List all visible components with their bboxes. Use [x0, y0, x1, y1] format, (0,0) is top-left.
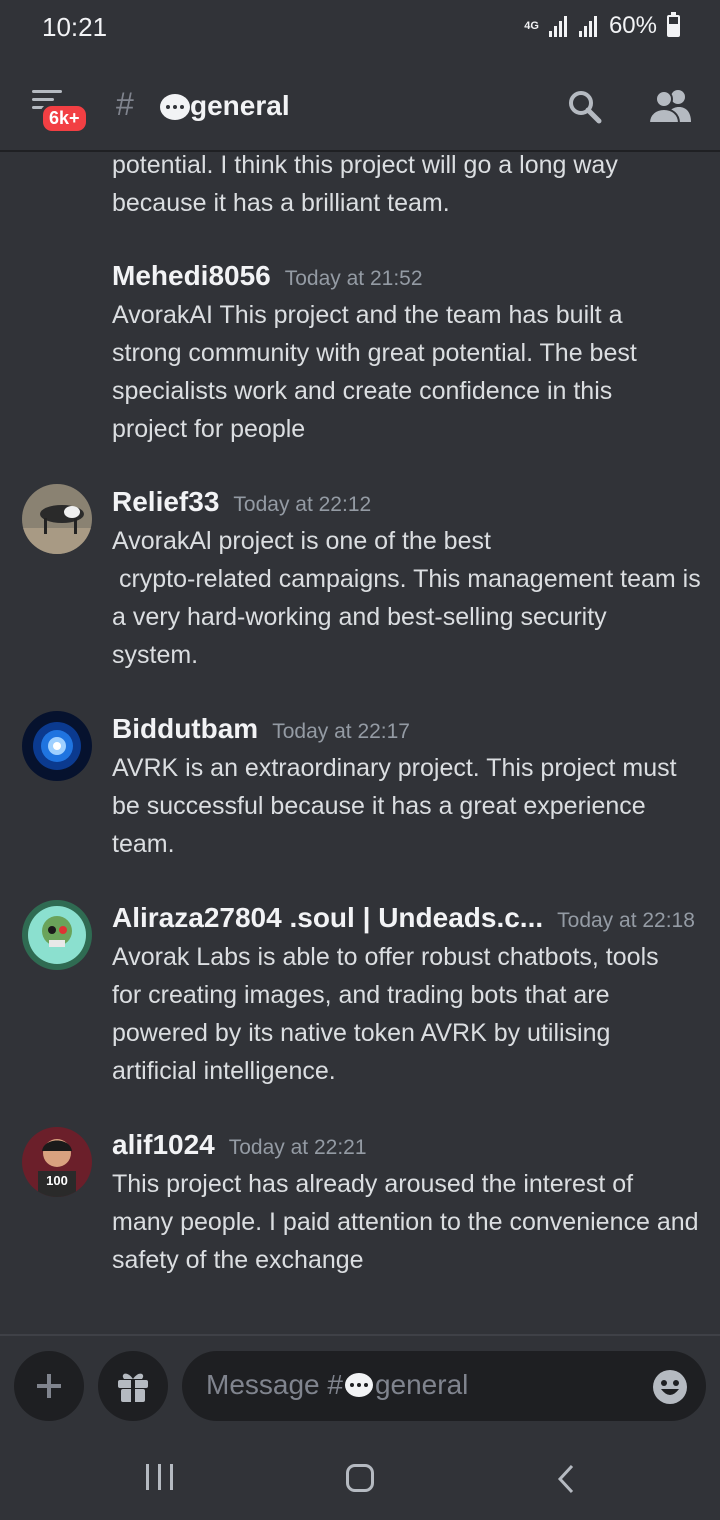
composer-divider [0, 1334, 720, 1336]
message-header: Relief33 Today at 22:12 [112, 486, 371, 518]
message-text: Avorak Labs is able to offer robust chat… [112, 943, 659, 1085]
home-button[interactable] [346, 1464, 374, 1492]
avatar[interactable]: 100 [22, 1127, 92, 1197]
message-header: Biddutbam Today at 22:17 [112, 713, 410, 745]
message-text: AvorakAI This project and the team has b… [112, 301, 637, 443]
message-timestamp: Today at 21:52 [284, 267, 423, 290]
message-author[interactable]: Biddutbam [112, 713, 258, 744]
status-icons: 4G 60% [524, 12, 680, 40]
avatar[interactable] [22, 484, 92, 554]
signal-icon-2 [578, 15, 597, 37]
message-placeholder: Message # general [206, 1369, 468, 1401]
signal-icon [548, 15, 567, 37]
recents-button[interactable] [146, 1464, 182, 1495]
placeholder-prefix: Message # [206, 1369, 343, 1400]
message-timestamp: Today at 22:21 [228, 1136, 367, 1159]
message-text: This project has already aroused the int… [112, 1170, 699, 1274]
message-timestamp: Today at 22:12 [233, 493, 372, 516]
avatar[interactable] [22, 711, 92, 781]
channel-name[interactable]: general [190, 90, 290, 122]
message-header: Mehedi8056 Today at 21:52 [112, 260, 423, 292]
avatar-label: 100 [46, 1173, 68, 1188]
message-header: Aliraza27804 .soul | Undeads.c... Today a… [112, 902, 702, 934]
message-timestamp: Today at 22:18 [557, 909, 695, 932]
add-attachment-button[interactable] [14, 1351, 84, 1421]
system-nav-bar [0, 1436, 720, 1520]
message-text: AVRK is an extraordinary project. This p… [112, 754, 677, 858]
back-icon [557, 1464, 574, 1494]
message-author[interactable]: Relief33 [112, 486, 219, 517]
search-button[interactable] [566, 88, 604, 126]
message-list[interactable]: potential. I think this project will go … [0, 152, 720, 1334]
menu-button[interactable]: 6k+ [32, 90, 89, 134]
avatar[interactable] [22, 900, 92, 970]
gift-icon [118, 1373, 148, 1402]
members-icon [647, 90, 691, 124]
message-input[interactable]: Message # general [182, 1351, 706, 1421]
battery-fill [669, 24, 678, 35]
unread-badge: 6k+ [40, 103, 89, 134]
status-time: 10:21 [42, 12, 108, 42]
members-button[interactable] [647, 86, 692, 126]
message-text: potential. I think this project will go … [112, 152, 618, 217]
message-author[interactable]: Aliraza27804 .soul | Undeads.c... [112, 902, 543, 933]
message-timestamp: Today at 22:17 [272, 720, 410, 743]
battery-icon [667, 12, 680, 37]
emoji-icon [653, 1370, 687, 1404]
message-header: alif1024 Today at 22:21 [112, 1129, 367, 1161]
channel-hash-icon: # [116, 86, 134, 122]
status-bar: 10:21 4G 60% [0, 0, 720, 56]
message-author[interactable]: Mehedi8056 [112, 260, 271, 291]
plus-icon [37, 1374, 61, 1398]
network-type: 4G [524, 20, 539, 32]
back-button[interactable] [556, 1464, 576, 1499]
placeholder-channel: general [374, 1369, 469, 1400]
chat-bubble-icon [160, 94, 190, 120]
battery-percent: 60% [608, 12, 657, 39]
chat-bubble-icon [344, 1373, 373, 1397]
message-text: AvorakAl project is one of the best cryp… [112, 527, 701, 669]
message-author[interactable]: alif1024 [112, 1129, 215, 1160]
gift-button[interactable] [98, 1351, 168, 1421]
channel-header: 6k+ # general [0, 56, 720, 152]
search-icon [569, 91, 602, 124]
emoji-button[interactable] [652, 1369, 688, 1405]
